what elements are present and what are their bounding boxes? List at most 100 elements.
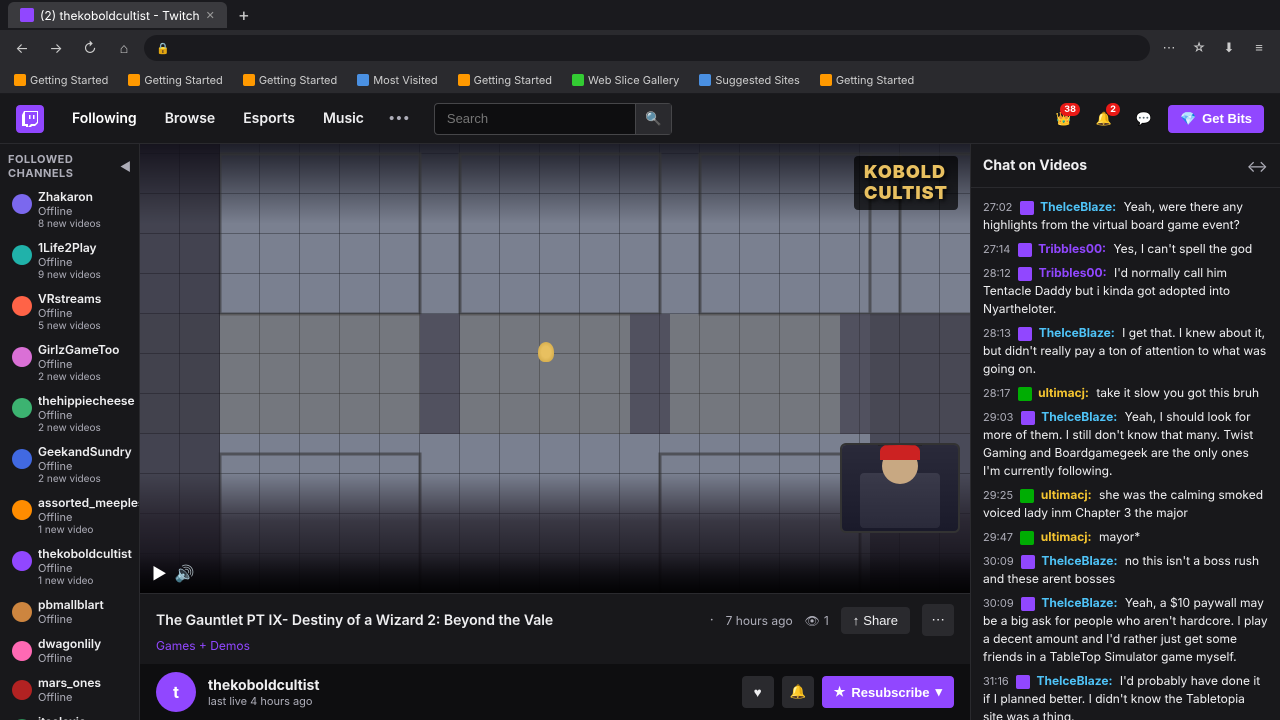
sidebar-channel-1life2play[interactable]: 1Life2Play Offline 9 new videos <box>4 236 135 285</box>
heart-button[interactable]: ♥ <box>742 676 774 708</box>
message-author[interactable]: ThelceBlaze: <box>1036 673 1112 688</box>
message-author[interactable]: Tribbles00: <box>1038 241 1106 256</box>
channel-last-live: last live 4 hours ago <box>208 694 730 708</box>
nav-music[interactable]: Music <box>311 104 376 133</box>
sidebar-channel-thehippiecheese[interactable]: thehippiecheese Offline 2 new videos <box>4 389 135 438</box>
main-layout: FOLLOWED CHANNELS ◀ Zhakaron Offline 8 n… <box>0 144 1280 720</box>
followed-channels-header: FOLLOWED CHANNELS ◀ <box>0 144 139 184</box>
play-btn[interactable]: ▶ <box>152 563 167 583</box>
sidebar-channel-itselexio[interactable]: itselexio Offline <box>4 710 135 720</box>
forward-btn[interactable]: → <box>42 34 70 62</box>
url-input[interactable]: https://www.twitch.tv/videos/665453355 <box>176 41 1138 55</box>
refresh-btn[interactable]: ↻ <box>76 34 104 62</box>
top-nav-right: 👑 38 🔔 2 💬 💎 Get Bits <box>1048 103 1264 135</box>
notifications-btn[interactable]: 🔔 2 <box>1088 103 1120 135</box>
message-author[interactable]: ThelceBlaze: <box>1041 553 1117 568</box>
subscriber-badge <box>1018 243 1032 257</box>
sidebar-channel-dwagonlily[interactable]: dwagonlily Offline <box>4 632 135 669</box>
channel-name: mars_ones <box>38 675 101 690</box>
share-button[interactable]: ↑ Share <box>841 607 910 634</box>
channel-status: Offline <box>38 510 140 524</box>
avatar <box>12 680 32 700</box>
bookmark-getting-started-5[interactable]: Getting Started <box>814 71 920 89</box>
message-author[interactable]: ThelceBlaze: <box>1041 595 1117 610</box>
nav-esports[interactable]: Esports <box>231 104 307 133</box>
channel-status: Offline <box>38 561 132 575</box>
bookmark-most-visited[interactable]: Most Visited <box>351 71 443 89</box>
download-icon[interactable]: ⬇ <box>1216 35 1242 61</box>
sidebar-channel-pbmallblart[interactable]: pbmallblart Offline <box>4 593 135 630</box>
message-author[interactable]: ultimacj: <box>1038 385 1089 400</box>
channel-status: Offline <box>38 690 101 704</box>
ellipsis-icon: ⋯ <box>931 612 944 628</box>
headphones <box>878 443 922 452</box>
content-area: KOBOLDCULTIST <box>140 144 970 720</box>
category-link[interactable]: Games + Demos <box>156 638 250 653</box>
sidebar-channel-mars-ones[interactable]: mars_ones Offline <box>4 671 135 708</box>
message-author[interactable]: ultimacj: <box>1041 487 1092 502</box>
chat-message: 29:03 ThelceBlaze: Yeah, I should look f… <box>979 406 1272 482</box>
tab-favicon <box>20 8 34 22</box>
avatar <box>12 398 32 418</box>
nav-icons: ⋯ ☆ ⬇ ≡ <box>1156 35 1272 61</box>
prime-icon-btn[interactable]: 👑 38 <box>1048 103 1080 135</box>
bookmark-getting-started-4[interactable]: Getting Started <box>452 71 558 89</box>
search-input[interactable] <box>435 111 635 126</box>
sidebar-collapse-btn[interactable]: ◀ <box>120 159 131 174</box>
nav-more[interactable]: ••• <box>380 104 418 133</box>
sidebar-channel-thekoboldcultist[interactable]: thekoboldcultist Offline 1 new video <box>4 542 135 591</box>
message-author[interactable]: ultimacj: <box>1041 529 1092 544</box>
bookmarks-bar: Getting Started Getting Started Getting … <box>0 66 1280 94</box>
sidebar-channel-geekandsundry[interactable]: GeekandSundry Offline 2 new videos <box>4 440 135 489</box>
channel-name: VRstreams <box>38 291 101 306</box>
sidebar-channel-zhakaron[interactable]: Zhakaron Offline 8 new videos <box>4 185 135 234</box>
message-author[interactable]: ThelceBlaze: <box>1041 409 1117 424</box>
bookmark-favicon <box>699 74 711 86</box>
sidebar-channel-vrstreams[interactable]: VRstreams Offline 5 new videos <box>4 287 135 336</box>
action-buttons: ♥ 🔔 ★ Resubscribe ▾ <box>742 676 954 708</box>
star-icon: ★ <box>834 684 846 700</box>
top-nav: Following Browse Esports Music ••• 🔍 👑 3… <box>0 94 1280 144</box>
active-tab[interactable]: (2) thekoboldcultist - Twitch ✕ <box>8 2 227 28</box>
bookmark-web-slice[interactable]: Web Slice Gallery <box>566 71 685 89</box>
share-icon: ↑ <box>853 613 860 628</box>
notifications-button[interactable]: 🔔 <box>782 676 814 708</box>
bookmark-star-icon[interactable]: ☆ <box>1186 35 1212 61</box>
new-tab-btn[interactable]: + <box>231 2 257 28</box>
resubscribe-button[interactable]: ★ Resubscribe ▾ <box>822 676 954 708</box>
bookmark-getting-started-3[interactable]: Getting Started <box>237 71 343 89</box>
sidebar-channel-assorted-meeples[interactable]: assorted_meeples Offline 1 new video <box>4 491 135 540</box>
tab-close-btn[interactable]: ✕ <box>206 8 215 22</box>
message-author[interactable]: ThelceBlaze: <box>1040 199 1116 214</box>
message-time: 27:14 <box>983 242 1010 256</box>
whispers-btn[interactable]: 💬 <box>1128 103 1160 135</box>
more-options-button[interactable]: ⋯ <box>922 604 954 636</box>
sidebar-channel-girlzgametoo[interactable]: GirlzGameToo Offline 2 new videos <box>4 338 135 387</box>
resubscribe-label: Resubscribe <box>851 685 929 700</box>
video-controls: ▶ 🔊 <box>140 553 970 593</box>
chat-settings-btn[interactable]: ↔ <box>1247 156 1268 176</box>
moderator-badge <box>1020 489 1034 503</box>
message-author[interactable]: ThelceBlaze: <box>1039 325 1115 340</box>
bookmark-suggested[interactable]: Suggested Sites <box>693 71 805 89</box>
bell-icon: 🔔 <box>789 684 806 700</box>
bookmark-getting-started-2[interactable]: Getting Started <box>122 71 228 89</box>
message-author[interactable]: Tribbles00: <box>1039 265 1107 280</box>
get-bits-button[interactable]: 💎 Get Bits <box>1168 105 1264 133</box>
extensions-icon[interactable]: ⋯ <box>1156 35 1182 61</box>
search-button[interactable]: 🔍 <box>635 104 671 134</box>
channel-status: Offline <box>38 612 104 626</box>
chat-message: 30:09 ThelceBlaze: Yeah, a $10 paywall m… <box>979 592 1272 668</box>
url-bar[interactable]: 🔒 https://www.twitch.tv/videos/665453355 <box>144 35 1150 61</box>
channel-sub-text: 9 new videos <box>12 269 127 281</box>
home-btn[interactable]: ⌂ <box>110 34 138 62</box>
nav-browse[interactable]: Browse <box>153 104 228 133</box>
nav-following[interactable]: Following <box>60 104 149 133</box>
search-bar[interactable]: 🔍 <box>434 103 672 135</box>
volume-btn[interactable]: 🔊 <box>175 563 195 583</box>
bits-icon: 💎 <box>1180 111 1196 127</box>
back-btn[interactable]: ← <box>8 34 36 62</box>
bookmark-getting-started-1[interactable]: Getting Started <box>8 71 114 89</box>
menu-icon[interactable]: ≡ <box>1246 35 1272 61</box>
message-time: 29:47 <box>983 530 1013 544</box>
